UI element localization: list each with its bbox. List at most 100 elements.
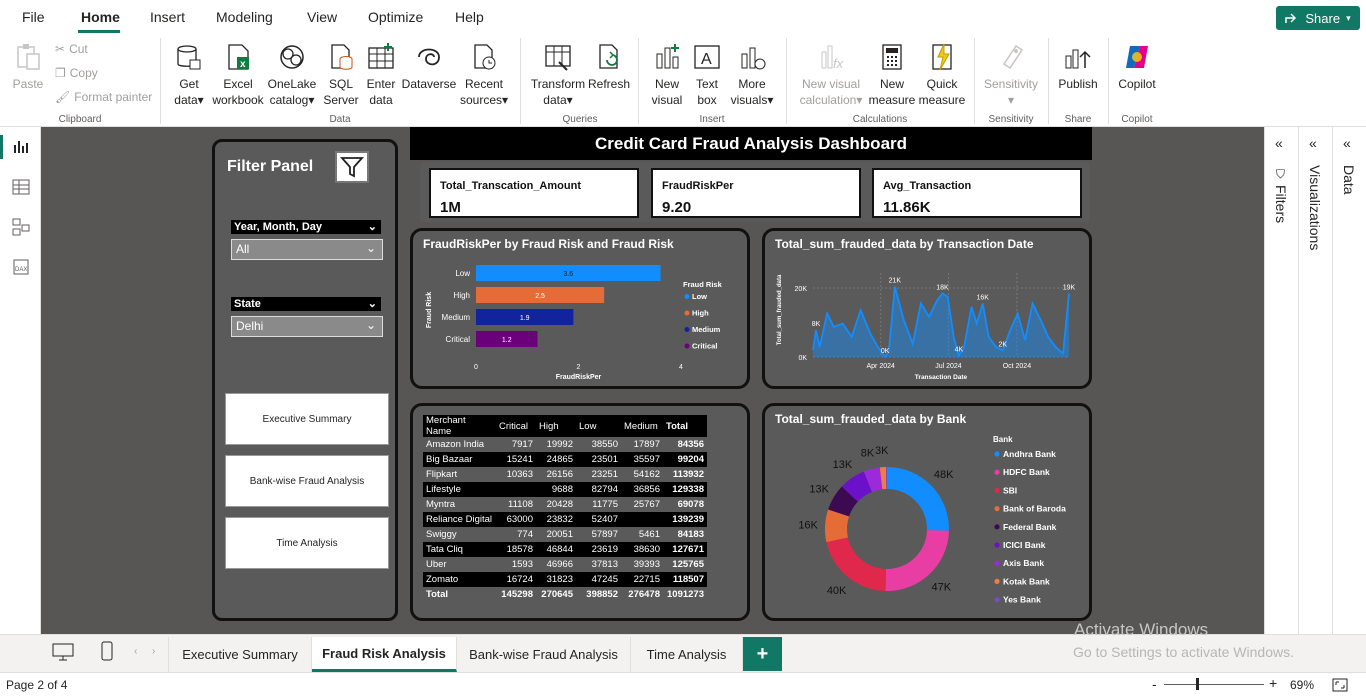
nav-time-analysis-button[interactable]: Time Analysis [225, 517, 389, 569]
more-visuals-label-2: visuals▾ [730, 93, 774, 107]
column-header[interactable]: Low [576, 415, 621, 437]
filter-button[interactable] [335, 151, 369, 183]
tab-bank-wise-fraud-analysis[interactable]: Bank-wise Fraud Analysis [457, 637, 631, 672]
table-cell: 129338 [663, 482, 707, 497]
table-cell: Reliance Digital [423, 512, 496, 527]
table-row[interactable]: Zomato 16724 31823 47245 22715 118507 [423, 572, 707, 587]
cut-button[interactable]: ✂ Cut [55, 42, 88, 56]
nav-executive-summary-button[interactable]: Executive Summary [225, 393, 389, 445]
menu-optimize[interactable]: Optimize [368, 9, 423, 25]
refresh-button[interactable]: Refresh [588, 42, 630, 92]
new-visual-calc-label-1: New visual [801, 77, 861, 91]
kpi-card-fraud-risk-per[interactable]: FraudRiskPer 9.20 [651, 168, 861, 218]
table-row[interactable]: Swiggy 774 20051 57897 5461 84183 [423, 527, 707, 542]
scroll-left-icon[interactable]: ‹ [134, 646, 137, 657]
merchant-matrix[interactable]: Merchant Name Critical High Low Medium Total A… [410, 403, 750, 621]
kpi-card-avg-transaction[interactable]: Avg_Transaction 11.86K [872, 168, 1082, 218]
chevron-down-icon[interactable]: ⌄ [368, 297, 377, 311]
menu-home[interactable]: Home [81, 9, 120, 25]
mobile-layout-icon[interactable] [100, 641, 114, 661]
table-cell: 18578 [496, 542, 536, 557]
new-measure-button[interactable]: New measure [868, 42, 916, 108]
table-row[interactable]: Lifestyle 9688 82794 36856 129338 [423, 482, 707, 497]
desktop-layout-icon[interactable] [52, 643, 74, 661]
more-visuals-button[interactable]: More visuals▾ [728, 42, 776, 108]
nav-bank-wise-button[interactable]: Bank-wise Fraud Analysis [225, 455, 389, 507]
chevron-down-icon: ⌄ [365, 241, 376, 255]
filters-pane-collapsed[interactable]: « ⛉ Filters [1264, 127, 1298, 634]
new-visual-calculation-button[interactable]: fx New visual calculation▾ [798, 42, 864, 108]
visualizations-pane-collapsed[interactable]: « Visualizations [1298, 127, 1332, 634]
quick-measure-button[interactable]: Quick measure [918, 42, 966, 108]
refresh-label: Refresh [587, 77, 631, 91]
fit-to-page-icon[interactable] [1332, 678, 1348, 692]
zoom-slider-thumb[interactable] [1196, 678, 1199, 690]
expand-icon[interactable]: « [1309, 135, 1317, 151]
expand-icon[interactable]: « [1275, 135, 1283, 151]
date-slicer-dropdown[interactable]: All ⌄ [231, 239, 383, 260]
state-slicer-dropdown[interactable]: Delhi ⌄ [231, 316, 383, 337]
zoom-level: 69% [1290, 678, 1315, 692]
legend-label: Medium [692, 325, 721, 334]
fraud-risk-bar-chart[interactable]: FraudRiskPer by Fraud Risk and Fraud Ris… [410, 228, 750, 389]
tab-fraud-risk-analysis[interactable]: Fraud Risk Analysis [312, 637, 457, 672]
zoom-slider-track[interactable] [1164, 684, 1264, 685]
slice-data-label: 13K [833, 459, 853, 471]
kpi-card-total-amount[interactable]: Total_Transcation_Amount 1M [429, 168, 639, 218]
text-box-button[interactable]: A Text box [690, 42, 724, 108]
chevron-down-icon[interactable]: ⌄ [368, 220, 377, 234]
svg-text:x: x [240, 59, 246, 70]
table-row[interactable]: Tata Cliq 18578 46844 23619 38630 127671 [423, 542, 707, 557]
publish-button[interactable]: Publish [1056, 42, 1100, 92]
menu-help[interactable]: Help [455, 9, 484, 25]
table-row[interactable]: Amazon India 7917 19992 38550 17897 84356 [423, 437, 707, 452]
get-data-label-2: data▾ [174, 93, 204, 107]
copy-button[interactable]: ❐ Copy [55, 66, 98, 80]
table-cell: 57897 [576, 527, 621, 542]
data-pane-collapsed[interactable]: « Data [1332, 127, 1366, 634]
table-view-icon[interactable] [11, 177, 31, 197]
menu-modeling[interactable]: Modeling [216, 9, 273, 25]
column-header[interactable]: Total [663, 415, 707, 437]
get-data-button[interactable]: Get data▾ [170, 42, 208, 108]
transform-data-button[interactable]: Transform data▾ [530, 42, 586, 108]
report-view-icon[interactable] [11, 137, 31, 157]
column-header[interactable]: Medium [621, 415, 663, 437]
table-row[interactable]: Reliance Digital 63000 23832 52407 139239 [423, 512, 707, 527]
dataverse-button[interactable]: Dataverse [402, 42, 456, 92]
brush-icon: 🖌 [55, 90, 71, 104]
tab-executive-summary[interactable]: Executive Summary [168, 637, 312, 672]
menu-view[interactable]: View [307, 9, 337, 25]
tab-time-analysis[interactable]: Time Analysis [631, 637, 743, 672]
zoom-in-button[interactable]: + [1269, 675, 1277, 691]
fraud-by-date-area-chart[interactable]: Total_sum_frauded_data by Transaction Da… [762, 228, 1092, 389]
scroll-right-icon[interactable]: › [152, 646, 155, 657]
column-header[interactable]: High [536, 415, 576, 437]
dax-query-view-icon[interactable]: DAX [11, 257, 31, 277]
table-row[interactable]: Flipkart 10363 26156 23251 54162 113932 [423, 467, 707, 482]
table-row[interactable]: Uber 1593 46966 37813 39393 125765 [423, 557, 707, 572]
menu-file[interactable]: File [22, 9, 45, 25]
zoom-out-button[interactable]: - [1152, 676, 1157, 692]
column-header[interactable]: Critical [496, 415, 536, 437]
excel-workbook-button[interactable]: x Excel workbook [212, 42, 264, 108]
table-row[interactable]: Big Bazaar 15241 24865 23501 35597 99204 [423, 452, 707, 467]
sql-server-button[interactable]: SQL Server [323, 42, 359, 108]
onelake-catalog-button[interactable]: OneLake catalog▾ [266, 42, 318, 108]
enter-data-button[interactable]: Enter data [364, 42, 398, 108]
new-visual-button[interactable]: New visual [648, 42, 686, 108]
table-row[interactable]: Myntra 11108 20428 11775 25767 69078 [423, 497, 707, 512]
column-header[interactable]: Merchant Name [423, 415, 496, 437]
legend-title: Fraud Risk [683, 280, 723, 289]
copilot-button[interactable]: Copilot [1114, 42, 1160, 92]
menu-insert[interactable]: Insert [150, 9, 185, 25]
add-page-button[interactable]: + [743, 637, 782, 671]
paste-button[interactable]: Paste [12, 42, 44, 92]
sensitivity-button[interactable]: Sensitivity ▾ [982, 42, 1040, 108]
share-button[interactable]: Share ▾ [1276, 6, 1360, 30]
expand-icon[interactable]: « [1343, 135, 1351, 151]
format-painter-button[interactable]: 🖌 Format painter [55, 90, 152, 104]
fraud-by-bank-donut[interactable]: Total_sum_frauded_data by Bank 48K 47K 40K… [762, 403, 1092, 621]
recent-sources-button[interactable]: Recent sources▾ [458, 42, 510, 108]
model-view-icon[interactable] [11, 217, 31, 237]
